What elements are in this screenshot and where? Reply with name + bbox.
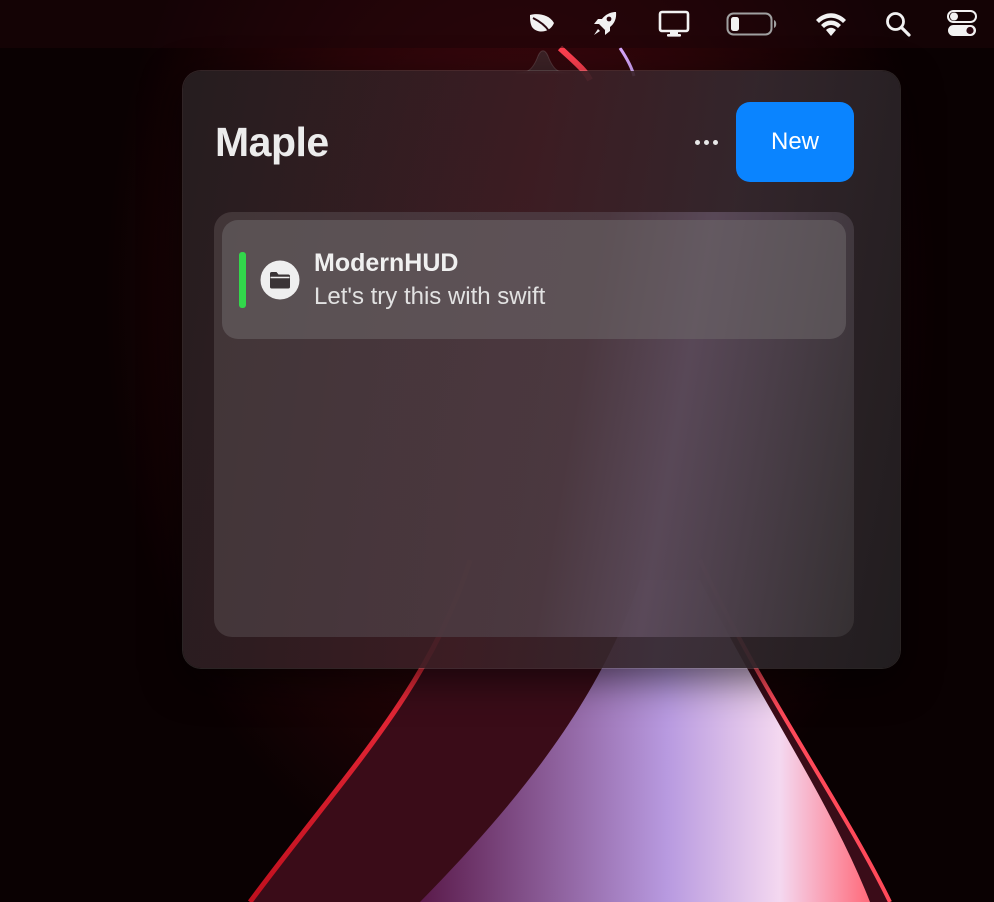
- rocket-icon[interactable]: [589, 8, 621, 40]
- control-center-icon[interactable]: [946, 8, 978, 40]
- new-button[interactable]: New: [736, 102, 854, 182]
- battery-icon[interactable]: [726, 8, 778, 40]
- item-title: ModernHUD: [314, 249, 459, 277]
- project-list: ModernHUD Let's try this with swift: [214, 212, 854, 637]
- leaf-icon[interactable]: [526, 8, 558, 40]
- status-indicator: [239, 252, 246, 308]
- menu-bar: [0, 0, 994, 48]
- desktop: Maple New ModernHUD Let's try this with …: [0, 0, 994, 902]
- page-title: Maple: [215, 119, 329, 165]
- display-icon[interactable]: [658, 8, 690, 40]
- wifi-icon[interactable]: [813, 8, 849, 40]
- more-options-button[interactable]: [687, 127, 725, 157]
- folder-icon: [260, 260, 300, 300]
- item-subtitle: Let's try this with swift: [314, 283, 546, 310]
- maple-popover: Maple New ModernHUD Let's try this with …: [183, 71, 900, 668]
- ellipsis-icon: [694, 139, 718, 145]
- search-icon[interactable]: [882, 8, 914, 40]
- list-item[interactable]: ModernHUD Let's try this with swift: [222, 220, 846, 339]
